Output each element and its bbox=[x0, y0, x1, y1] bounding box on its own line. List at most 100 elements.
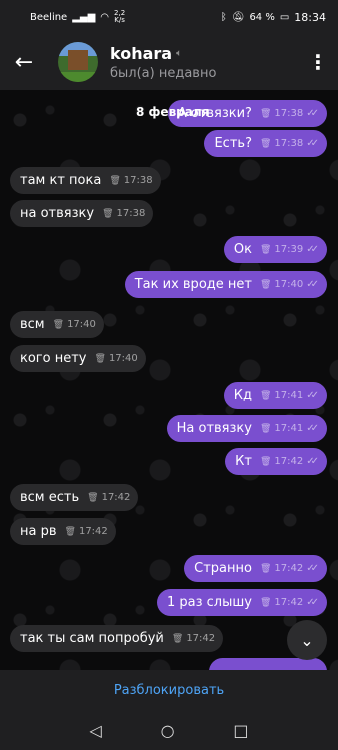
message-text: Странно bbox=[194, 561, 252, 576]
more-menu-button[interactable]: ⋮ bbox=[298, 34, 338, 90]
incoming-message[interactable]: кого нету 🗑︎ 17:40 bbox=[10, 345, 146, 372]
outgoing-message[interactable]: Странно 🗑︎ 17:42 ✓✓ bbox=[184, 555, 327, 582]
trash-icon: 🗑︎ bbox=[87, 492, 99, 503]
message-text: Так их вроде нет bbox=[134, 277, 252, 292]
message-text: 1 раз слышу bbox=[166, 595, 252, 610]
name-row: kohara 🔈︎ bbox=[110, 44, 298, 63]
message-meta: 🗑︎ 17:41 ✓✓ bbox=[260, 423, 319, 434]
incoming-message[interactable]: всм есть 🗑︎ 17:42 bbox=[10, 484, 139, 511]
message-text: кого нету bbox=[20, 351, 87, 366]
message-time: 17:41 bbox=[274, 390, 304, 401]
double-check-icon: ✓✓ bbox=[306, 138, 319, 149]
message-time: 17:38 bbox=[274, 108, 304, 119]
message-meta: 🗑︎ 17:38 ✓✓ bbox=[260, 108, 319, 119]
outgoing-message[interactable]: На отвязку 🗑︎ 17:41 ✓✓ bbox=[166, 415, 327, 442]
arrow-left-icon: ← bbox=[14, 49, 34, 75]
incoming-message[interactable]: так ты сам попробуй 🗑︎ 17:42 bbox=[10, 625, 224, 652]
message-time: 17:39 bbox=[274, 244, 304, 255]
outgoing-message[interactable]: Кд 🗑︎ 17:41 ✓✓ bbox=[223, 382, 327, 409]
avatar-head bbox=[68, 50, 88, 70]
nav-home-icon[interactable]: ○ bbox=[161, 721, 175, 740]
message-meta: 🗑︎ 17:38 bbox=[102, 208, 145, 219]
mute-bell-icon: 🔕︎ bbox=[231, 11, 245, 23]
message-list[interactable]: 8 февраля ⌄ А отвязки? 🗑︎ 17:38 ✓✓ Есть? 🗑︎ 17… bbox=[0, 90, 338, 670]
trash-icon: 🗑︎ bbox=[109, 175, 121, 186]
outgoing-message[interactable]: Есть? 🗑︎ 17:38 ✓✓ bbox=[204, 130, 327, 157]
system-nav-bar: ◁ ○ □ bbox=[0, 710, 338, 750]
nav-recents-icon[interactable]: □ bbox=[233, 721, 248, 740]
status-bar: Beeline ▂▄▆ ◠ 2,2 K/s ᛒ 🔕︎ 64 % ▭ 18:34 bbox=[0, 0, 338, 34]
double-check-icon: ✓✓ bbox=[306, 244, 319, 255]
message-text: Есть? bbox=[214, 136, 252, 151]
trash-icon: 🗑︎ bbox=[259, 456, 272, 467]
message-meta: 🗑︎ 17:42 bbox=[65, 526, 108, 537]
double-check-icon: ✓✓ bbox=[306, 563, 319, 574]
double-check-icon: ✓✓ bbox=[306, 108, 319, 119]
message-meta: 🗑︎ 17:38 bbox=[109, 175, 152, 186]
unblock-button[interactable]: Разблокировать bbox=[0, 670, 338, 710]
message-meta: 🗑︎ 17:39 ✓✓ bbox=[260, 244, 319, 255]
battery-percent: 64 % bbox=[249, 11, 275, 23]
trash-icon: 🗑︎ bbox=[64, 526, 76, 537]
message-text: Кт bbox=[235, 454, 252, 469]
clock: 18:34 bbox=[294, 10, 326, 24]
trash-icon: 🗑︎ bbox=[259, 423, 272, 434]
avatar[interactable] bbox=[58, 42, 98, 82]
message-meta: 🗑︎ 17:42 bbox=[87, 492, 130, 503]
scroll-down-button[interactable]: ⌄ bbox=[287, 620, 327, 660]
double-check-icon: ✓✓ bbox=[306, 279, 319, 290]
carrier-label: Beeline bbox=[30, 11, 68, 23]
message-text: всм bbox=[20, 317, 45, 332]
message-meta: 🗑︎ 17:42 bbox=[172, 633, 215, 644]
nav-back-icon[interactable]: ◁ bbox=[89, 721, 101, 740]
message-time: 17:42 bbox=[274, 563, 304, 574]
incoming-message[interactable]: всм 🗑︎ 17:40 bbox=[10, 311, 104, 338]
trash-icon: 🗑︎ bbox=[52, 319, 65, 330]
message-text: Кд bbox=[233, 388, 252, 403]
date-separator: 8 февраля bbox=[136, 105, 210, 119]
unblock-label: Разблокировать bbox=[113, 682, 225, 698]
battery-icon: ▭ bbox=[279, 11, 290, 23]
message-time: 17:40 bbox=[108, 353, 138, 364]
message-meta: 🗑︎ 17:42 ✓✓ bbox=[260, 597, 319, 608]
trash-icon: 🗑︎ bbox=[259, 279, 272, 290]
incoming-message[interactable]: на отвязку 🗑︎ 17:38 bbox=[10, 200, 154, 227]
outgoing-message[interactable]: 1 раз слышу 🗑︎ 17:42 ✓✓ bbox=[156, 589, 327, 616]
message-time: 17:38 bbox=[274, 138, 304, 149]
chat-title-block[interactable]: kohara 🔈︎ был(а) недавно bbox=[110, 44, 298, 81]
status-bar-right: ᛒ 🔕︎ 64 % ▭ 18:34 bbox=[221, 11, 326, 24]
message-time: 17:42 bbox=[101, 492, 131, 503]
double-check-icon: ✓✓ bbox=[306, 456, 319, 467]
avatar-grass bbox=[58, 72, 98, 82]
outgoing-message[interactable]: Ок 🗑︎ 17:39 ✓✓ bbox=[223, 236, 327, 263]
message-time: 17:38 bbox=[116, 208, 146, 219]
message-meta: 🗑︎ 17:41 ✓✓ bbox=[260, 390, 319, 401]
trash-icon: 🗑︎ bbox=[259, 108, 272, 119]
message-text: всм есть bbox=[20, 490, 80, 505]
net-speed-unit: K/s bbox=[114, 16, 125, 24]
chevron-down-icon: ⌄ bbox=[300, 630, 314, 650]
trash-icon: 🗑︎ bbox=[259, 138, 272, 149]
outgoing-message[interactable]: Кт 🗑︎ 17:42 ✓✓ bbox=[225, 448, 327, 475]
back-button[interactable]: ← bbox=[0, 34, 48, 90]
last-seen-status: был(а) недавно bbox=[110, 65, 217, 81]
message-text: Ок bbox=[233, 242, 252, 257]
message-time: 17:40 bbox=[274, 279, 304, 290]
message-time: 17:41 bbox=[274, 423, 304, 434]
status-bar-left: Beeline ▂▄▆ ◠ 2,2 K/s bbox=[30, 10, 125, 24]
message-meta: 🗑︎ 17:42 ✓✓ bbox=[260, 456, 319, 467]
message-meta: 🗑︎ 17:38 ✓✓ bbox=[260, 138, 319, 149]
message-text: на рв bbox=[20, 524, 57, 539]
message-time: 17:42 bbox=[186, 633, 216, 644]
message-text: так ты сам попробуй bbox=[20, 631, 164, 646]
incoming-message[interactable]: там кт пока 🗑︎ 17:38 bbox=[10, 167, 161, 194]
message-text: там кт пока bbox=[20, 173, 102, 188]
message-time: 17:42 bbox=[274, 456, 304, 467]
more-vertical-icon: ⋮ bbox=[308, 50, 328, 74]
message-time: 17:40 bbox=[67, 319, 96, 330]
trash-icon: 🗑︎ bbox=[102, 208, 114, 219]
outgoing-message[interactable]: Так их вроде нет 🗑︎ 17:40 ✓✓ bbox=[124, 271, 327, 298]
trash-icon: 🗑︎ bbox=[259, 390, 272, 401]
double-check-icon: ✓✓ bbox=[306, 597, 319, 608]
incoming-message[interactable]: на рв 🗑︎ 17:42 bbox=[10, 518, 116, 545]
